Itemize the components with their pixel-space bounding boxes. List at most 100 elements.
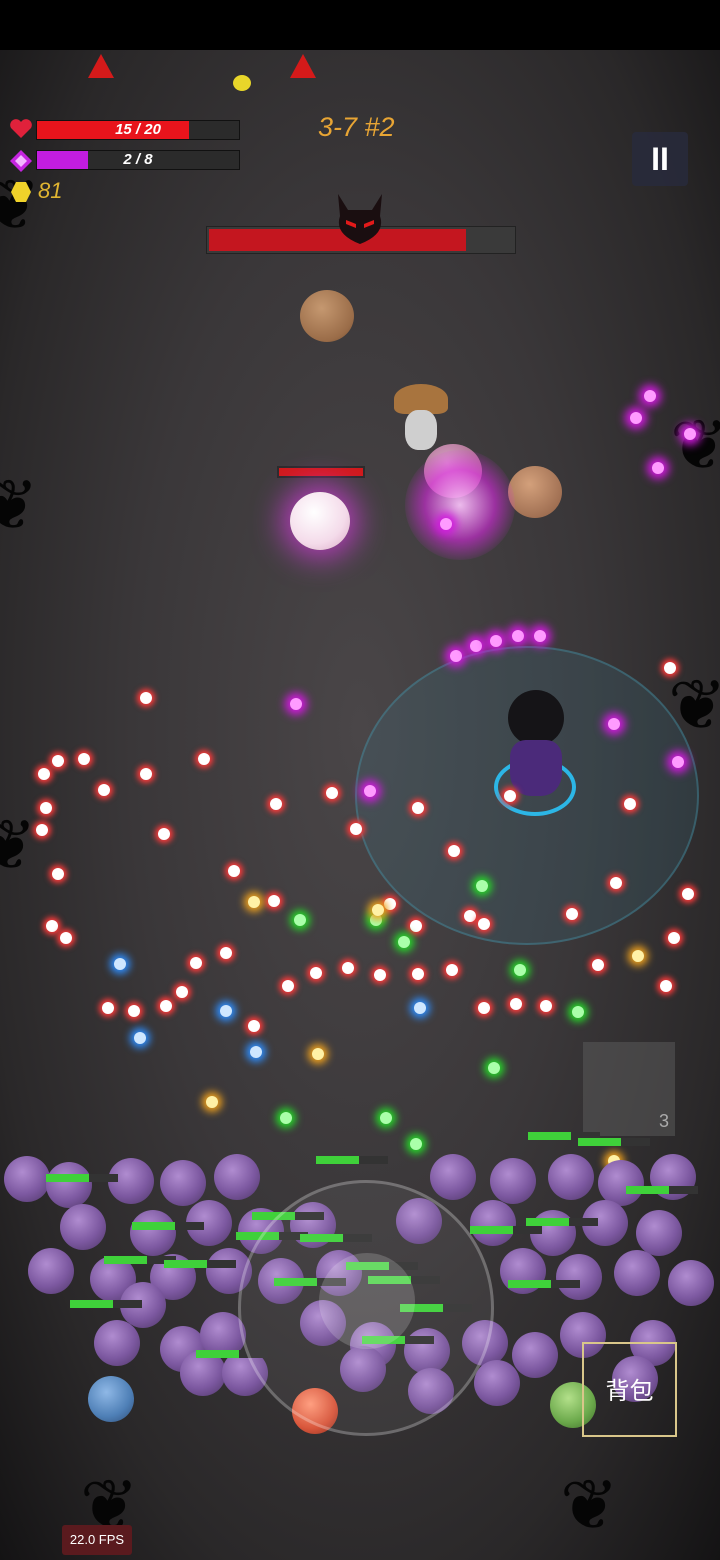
coin-drop-icon xyxy=(233,75,251,91)
spiky-purple-enemy xyxy=(88,1376,134,1422)
player-hair xyxy=(508,690,564,746)
virtual-joystick[interactable] xyxy=(238,1180,494,1436)
pause-button[interactable]: II xyxy=(632,132,688,186)
projectile xyxy=(140,692,152,704)
projectile xyxy=(326,787,338,799)
spiky-purple-enemy xyxy=(490,1158,536,1204)
projectile xyxy=(140,768,152,780)
game-viewport[interactable]: ❦ ❦ ❦ ❦ ❦ ❦ ❦ 15 / 20 2 / 8 81 3-7 #2 II xyxy=(0,50,720,1560)
projectile xyxy=(398,936,410,948)
player-character[interactable] xyxy=(510,740,562,796)
projectile xyxy=(652,462,664,474)
projectile xyxy=(228,865,240,877)
projectile xyxy=(198,753,210,765)
projectile xyxy=(134,1032,146,1044)
projectile xyxy=(248,1020,260,1032)
projectile xyxy=(128,1005,140,1017)
enemy-health-bar xyxy=(46,1174,118,1182)
projectile xyxy=(540,1000,552,1012)
projectile xyxy=(372,904,384,916)
enemy-health-fill xyxy=(70,1300,114,1308)
projectile xyxy=(572,1006,584,1018)
projectile xyxy=(268,895,280,907)
enemy-health-fill xyxy=(132,1222,176,1230)
magic-explosion xyxy=(405,450,515,560)
spiky-purple-enemy xyxy=(4,1156,50,1202)
spiky-purple-enemy xyxy=(214,1154,260,1200)
bag-button[interactable]: 背包 xyxy=(582,1342,677,1437)
projectile xyxy=(478,1002,490,1014)
enemy-health-bar xyxy=(626,1186,698,1194)
projectile xyxy=(446,964,458,976)
enemy-health-bar xyxy=(132,1222,204,1230)
projectile xyxy=(52,755,64,767)
spiky-purple-enemy xyxy=(548,1154,594,1200)
warning-arrow-icon xyxy=(290,54,316,78)
projectile xyxy=(510,998,522,1010)
projectile xyxy=(384,898,396,910)
projectile xyxy=(220,947,232,959)
projectile xyxy=(190,957,202,969)
projectile xyxy=(294,914,306,926)
joystick-knob[interactable] xyxy=(319,1253,415,1349)
projectile xyxy=(102,1002,114,1014)
mushroom-stem xyxy=(405,410,437,450)
projectile xyxy=(410,920,422,932)
spiky-purple-enemy xyxy=(130,1210,176,1256)
projectile xyxy=(478,918,490,930)
skill-count: 3 xyxy=(658,1111,669,1131)
projectile xyxy=(250,1046,262,1058)
enemy-health-fill xyxy=(316,1156,360,1164)
skill-slot[interactable]: 3 xyxy=(583,1042,675,1136)
projectile xyxy=(448,845,460,857)
enemy-health-fill xyxy=(46,1174,90,1182)
projectile xyxy=(412,968,424,980)
projectile xyxy=(40,802,52,814)
projectile xyxy=(350,823,362,835)
fern-silhouette: ❦ xyxy=(0,466,39,544)
projectile xyxy=(682,888,694,900)
projectile xyxy=(114,958,126,970)
projectile xyxy=(60,932,72,944)
spiky-purple-enemy xyxy=(46,1162,92,1208)
spiky-purple-enemy xyxy=(668,1260,714,1306)
projectile xyxy=(312,1048,324,1060)
white-blob-enemy xyxy=(290,492,350,550)
projectile xyxy=(342,962,354,974)
coin-icon xyxy=(11,182,31,202)
projectile xyxy=(282,980,294,992)
projectile xyxy=(660,980,672,992)
mana-text: 2 / 8 xyxy=(123,151,153,168)
mana-diamond-icon xyxy=(10,150,32,172)
projectile xyxy=(684,428,696,440)
projectile xyxy=(470,640,482,652)
hp-bar: 15 / 20 xyxy=(36,120,240,140)
spiky-purple-enemy xyxy=(614,1250,660,1296)
spiky-purple-enemy xyxy=(28,1248,74,1294)
spiky-purple-enemy xyxy=(474,1360,520,1406)
projectile xyxy=(270,798,282,810)
projectile xyxy=(38,768,50,780)
projectile xyxy=(668,932,680,944)
enemy-health-bar xyxy=(70,1300,142,1308)
spiky-purple-enemy xyxy=(470,1200,516,1246)
enemy-health-fill xyxy=(196,1350,240,1358)
enemy-health-bar xyxy=(470,1226,542,1234)
projectile xyxy=(220,1005,232,1017)
heart-icon xyxy=(10,119,32,138)
projectile xyxy=(566,908,578,920)
projectile xyxy=(608,718,620,730)
projectile xyxy=(644,390,656,402)
enemy-health-fill xyxy=(528,1132,572,1140)
mushroom-monster xyxy=(508,466,562,518)
fern-silhouette: ❦ xyxy=(670,406,720,484)
projectile xyxy=(672,756,684,768)
coin-count: 81 xyxy=(38,178,63,203)
mana-bar: 2 / 8 xyxy=(36,150,240,170)
projectile xyxy=(410,1138,422,1150)
projectile xyxy=(476,880,488,892)
spiky-purple-enemy xyxy=(60,1204,106,1250)
projectile xyxy=(504,790,516,802)
spiky-purple-enemy xyxy=(556,1254,602,1300)
hp-text: 15 / 20 xyxy=(115,121,161,138)
